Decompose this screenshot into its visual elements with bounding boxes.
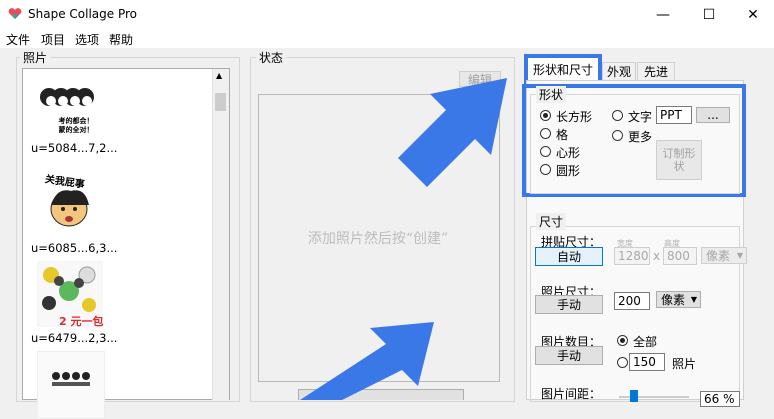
arrow-top-icon <box>398 78 507 187</box>
annotation-arrows <box>300 78 507 400</box>
arrow-bottom-icon <box>300 322 434 400</box>
